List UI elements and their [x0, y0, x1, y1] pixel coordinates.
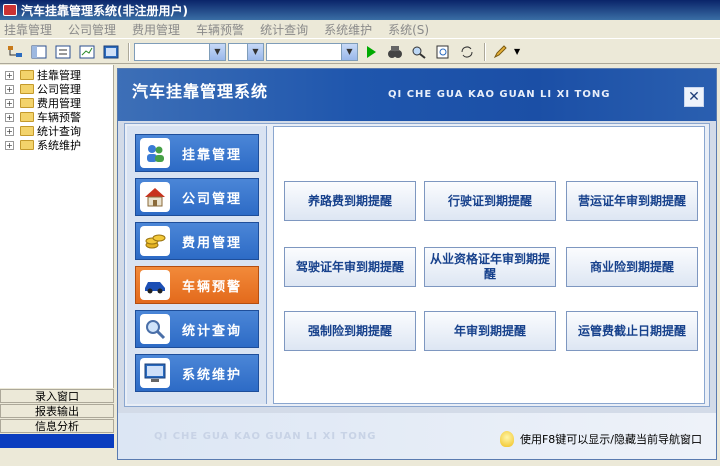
close-icon[interactable]: ✕: [684, 87, 704, 107]
menu-fees[interactable]: 费用管理: [132, 21, 180, 38]
reminder-compulsory-insurance[interactable]: 强制险到期提醒: [284, 311, 416, 351]
expand-icon[interactable]: +: [5, 70, 14, 80]
tab-info-analysis[interactable]: 信息分析: [0, 419, 114, 433]
window-icon[interactable]: [28, 42, 50, 62]
title-bar: 汽车挂靠管理系统(非注册用户): [0, 0, 720, 20]
tab-report-output[interactable]: 报表输出: [0, 404, 114, 418]
folder-icon: [20, 70, 34, 80]
filter-combo-3[interactable]: ▼: [266, 42, 358, 61]
list-icon[interactable]: [52, 42, 74, 62]
footer-tip-text: 使用F8键可以显示/隐藏当前导航窗口: [519, 433, 702, 446]
module-nav: 挂靠管理 公司管理 费用管理 车辆预警 统计查询 系统维护: [127, 126, 267, 404]
menu-statistics[interactable]: 统计查询: [260, 21, 308, 38]
expand-icon[interactable]: +: [5, 84, 14, 94]
bottom-tabs: 录入窗口 报表输出 信息分析: [0, 388, 114, 450]
filter-combo-2[interactable]: ▼: [228, 42, 264, 61]
folder-icon: [20, 112, 34, 122]
menu-guakao[interactable]: 挂靠管理: [4, 21, 52, 38]
main-panel: 汽车挂靠管理系统 QI CHE GUA KAO GUAN LI XI TONG …: [117, 68, 717, 460]
magnifier-icon: [140, 314, 170, 344]
reminder-qualification-review[interactable]: 从业资格证年审到期提醒: [424, 247, 556, 287]
nav-button-statistics[interactable]: 统计查询: [135, 310, 259, 348]
people-icon: [140, 138, 170, 168]
navigation-tree: + 挂靠管理 + 公司管理 + 费用管理 + 车辆预警 + 统计查询 + 系统维护: [0, 65, 114, 388]
tab-active-blank[interactable]: [0, 434, 114, 448]
nav-button-fees[interactable]: 费用管理: [135, 222, 259, 260]
menu-system-maint[interactable]: 系统维护: [324, 21, 372, 38]
tree-item-company[interactable]: + 公司管理: [0, 82, 113, 96]
toolbar-separator: [484, 42, 486, 61]
reminder-management-fee[interactable]: 运管费截止日期提醒: [566, 311, 698, 351]
menu-company[interactable]: 公司管理: [68, 21, 116, 38]
folder-icon: [20, 98, 34, 108]
pencil-icon[interactable]: [490, 42, 512, 62]
tree-item-fees[interactable]: + 费用管理: [0, 96, 113, 110]
expand-icon[interactable]: +: [5, 98, 14, 108]
menu-bar: 挂靠管理 公司管理 费用管理 车辆预警 统计查询 系统维护 系统(S): [0, 20, 720, 39]
folder-icon: [20, 84, 34, 94]
folder-icon: [20, 140, 34, 150]
refresh-icon[interactable]: [456, 42, 478, 62]
screen-icon[interactable]: [100, 42, 122, 62]
reminder-annual-review[interactable]: 年审到期提醒: [424, 311, 556, 351]
banner-title: 汽车挂靠管理系统: [132, 82, 269, 101]
toolbar: ▼ ▼ ▼ ▼: [0, 40, 720, 64]
chevron-down-icon[interactable]: ▼: [247, 43, 263, 60]
run-icon[interactable]: [360, 42, 382, 62]
binoculars-icon[interactable]: [384, 42, 406, 62]
toolbar-separator: [128, 42, 130, 61]
tree-item-guakao[interactable]: + 挂靠管理: [0, 68, 113, 82]
chart-icon[interactable]: [76, 42, 98, 62]
nav-button-vehicle-alert[interactable]: 车辆预警: [135, 266, 259, 304]
menu-system[interactable]: 系统(S): [388, 21, 429, 38]
tree-view-icon[interactable]: [4, 42, 26, 62]
tree-item-system[interactable]: + 系统维护: [0, 138, 113, 152]
tab-input-window[interactable]: 录入窗口: [0, 389, 114, 403]
tree-item-statistics[interactable]: + 统计查询: [0, 124, 113, 138]
lightbulb-icon: [499, 431, 514, 447]
monitor-icon: [140, 358, 170, 388]
menu-vehicle-alert[interactable]: 车辆预警: [196, 21, 244, 38]
banner: 汽车挂靠管理系统 QI CHE GUA KAO GUAN LI XI TONG …: [118, 69, 716, 121]
nav-button-guakao[interactable]: 挂靠管理: [135, 134, 259, 172]
filter-combo-1[interactable]: ▼: [134, 42, 226, 61]
reminder-driving-license[interactable]: 行驶证到期提醒: [424, 181, 556, 221]
nav-button-system[interactable]: 系统维护: [135, 354, 259, 392]
preview-icon[interactable]: [432, 42, 454, 62]
window-title: 汽车挂靠管理系统(非注册用户): [21, 3, 188, 18]
footer: QI CHE GUA KAO GUAN LI XI TONG 使用F8键可以显示…: [118, 413, 716, 459]
car-icon: [140, 270, 170, 300]
expand-icon[interactable]: +: [5, 126, 14, 136]
reminder-operating-permit[interactable]: 营运证年审到期提醒: [566, 181, 698, 221]
folder-icon: [20, 126, 34, 136]
content-area: 挂靠管理 公司管理 费用管理 车辆预警 统计查询 系统维护 养路费到期提醒 行驶…: [124, 123, 710, 407]
reminder-commercial-insurance[interactable]: 商业险到期提醒: [566, 247, 698, 287]
house-icon: [140, 182, 170, 212]
expand-icon[interactable]: +: [5, 112, 14, 122]
chevron-down-icon[interactable]: ▼: [514, 47, 520, 56]
expand-icon[interactable]: +: [5, 140, 14, 150]
tree-item-vehicle-alert[interactable]: + 车辆预警: [0, 110, 113, 124]
reminder-driver-license-review[interactable]: 驾驶证年审到期提醒: [284, 247, 416, 287]
find-icon[interactable]: [408, 42, 430, 62]
app-icon: [3, 4, 17, 16]
reminder-grid: 养路费到期提醒 行驶证到期提醒 营运证年审到期提醒 驾驶证年审到期提醒 从业资格…: [273, 126, 705, 404]
chevron-down-icon[interactable]: ▼: [209, 43, 225, 60]
coins-icon: [140, 226, 170, 256]
footer-subtitle: QI CHE GUA KAO GUAN LI XI TONG: [154, 431, 377, 442]
footer-tip: 使用F8键可以显示/隐藏当前导航窗口: [499, 431, 702, 447]
reminder-road-maintenance-fee[interactable]: 养路费到期提醒: [284, 181, 416, 221]
chevron-down-icon[interactable]: ▼: [341, 43, 357, 60]
banner-subtitle: QI CHE GUA KAO GUAN LI XI TONG: [388, 89, 611, 100]
nav-button-company[interactable]: 公司管理: [135, 178, 259, 216]
